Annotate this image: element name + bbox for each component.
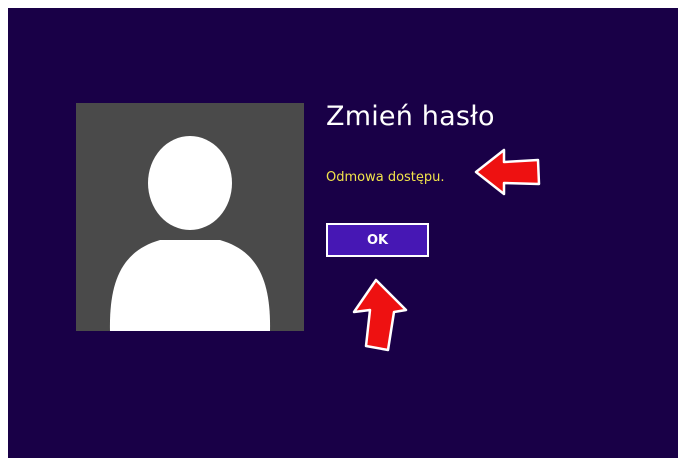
red-arrow-icon — [474, 148, 541, 196]
red-arrow-icon — [352, 278, 408, 352]
error-message: Odmowa dostępu. — [326, 170, 445, 185]
page-title: Zmień hasło — [326, 101, 495, 132]
user-avatar — [76, 103, 304, 331]
ok-button[interactable]: OK — [326, 223, 429, 257]
user-silhouette-icon — [109, 136, 271, 331]
password-change-screen: Zmień hasło Odmowa dostępu. OK — [8, 8, 678, 458]
